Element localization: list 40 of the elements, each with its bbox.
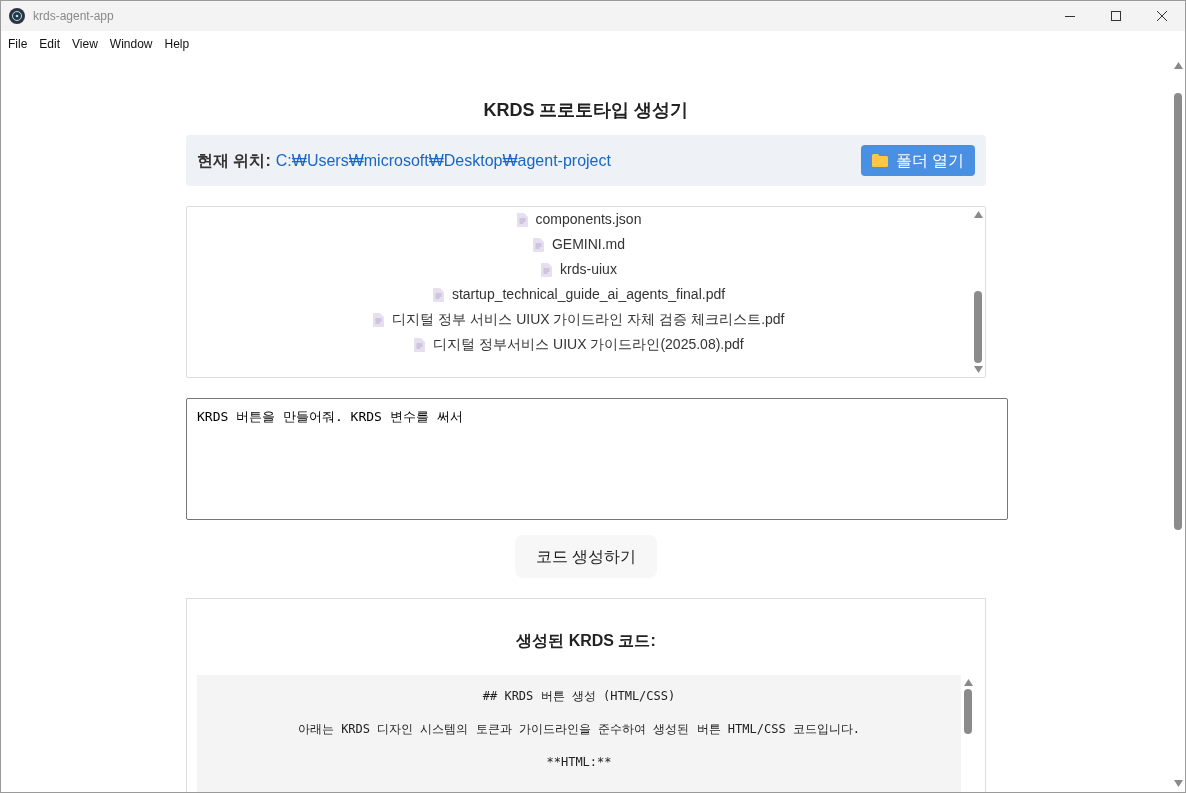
document-icon [432, 287, 444, 302]
location-label: 현재 위치: [197, 150, 271, 171]
scroll-down-icon[interactable] [1173, 780, 1183, 787]
close-icon [1157, 11, 1167, 21]
code-line: 아래는 KRDS 디자인 시스템의 토큰과 가이드라인을 준수하여 생성된 버튼 HTML/CSS 코드입니다. [297, 722, 861, 736]
folder-icon [871, 154, 888, 167]
document-icon [414, 337, 426, 352]
scroll-down-icon[interactable] [973, 366, 983, 373]
menu-item[interactable]: Help [158, 35, 196, 53]
app-logo-icon [9, 8, 25, 24]
location-path: C:₩Users₩microsoft₩Desktop₩agent-project [275, 150, 611, 171]
code-line: **HTML:** [546, 755, 612, 769]
maximize-icon [1111, 11, 1121, 21]
document-entry[interactable]: 디지털 정부서비스 UIUX 가이드라인(2025.08).pdf [414, 332, 744, 357]
document-icon [541, 262, 553, 277]
window-title: krds-agent-app [33, 8, 114, 25]
minimize-icon [1065, 15, 1075, 17]
scroll-up-icon[interactable] [963, 679, 973, 686]
page-title: KRDS 프로토타입 생성기 [483, 99, 689, 122]
code-line: ## KRDS 버튼 생성 (HTML/CSS) [482, 689, 676, 703]
prompt-field[interactable]: KRDS 버튼을 만들어줘. KRDS 변수를 써서 [186, 398, 1008, 520]
document-icon [373, 312, 385, 327]
menu-item[interactable]: Edit [33, 35, 67, 53]
document-entry[interactable]: components.json [516, 207, 642, 232]
scroll-up-icon[interactable] [973, 211, 983, 218]
document-entry[interactable]: GEMINI.md [532, 232, 626, 257]
scroll-up-icon[interactable] [1173, 62, 1183, 69]
scroll-thumb[interactable] [964, 689, 972, 734]
scroll-thumb[interactable] [1174, 93, 1182, 530]
document-entry[interactable]: 디지털 정부 서비스 UIUX 가이드라인 자체 검증 체크리스트.pdf [373, 307, 785, 332]
document-icon [532, 237, 544, 252]
document-entry[interactable]: startup_technical_guide_ai_agents_final.pdf [432, 282, 726, 307]
menu-item[interactable]: Window [103, 35, 159, 53]
output-heading: 생성된 KRDS 코드: [516, 631, 656, 651]
generate-button[interactable]: 코드 생성하기 [514, 535, 658, 578]
document-entry[interactable]: krds-uiux [541, 257, 617, 282]
scroll-thumb[interactable] [974, 291, 982, 363]
menu-item[interactable]: View [66, 35, 104, 53]
menu-item[interactable]: File [2, 35, 34, 53]
document-icon [516, 212, 528, 227]
